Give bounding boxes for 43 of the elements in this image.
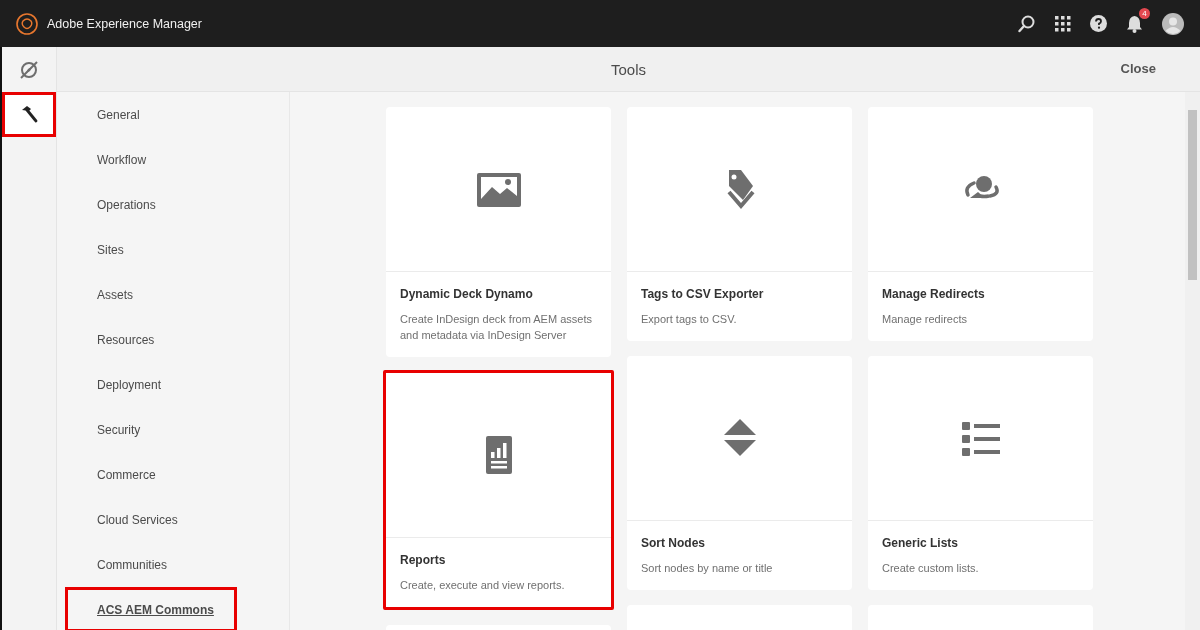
nav-item[interactable]: ACS AEM Commons [65, 587, 237, 630]
logo-icon [16, 12, 38, 35]
nav-item[interactable]: Cloud Services [65, 497, 237, 542]
card-title: Manage Redirects [882, 287, 986, 301]
nav-item[interactable]: Communities [65, 542, 237, 587]
card-description: Create custom lists. [882, 561, 980, 576]
close-button[interactable]: Close [1116, 59, 1160, 78]
bell-icon[interactable] [1126, 14, 1143, 33]
nav-item[interactable]: Deployment [65, 362, 237, 407]
app-title: Adobe Experience Manager [47, 16, 202, 31]
card-title: Generic Lists [882, 536, 960, 550]
scrollbar[interactable] [1185, 92, 1200, 630]
tool-card[interactable]: Tags to CSV Exporter Export tags to CSV. [627, 107, 852, 341]
card-title: Dynamic Deck Dynamo [400, 287, 534, 301]
card-description: Manage redirects [882, 312, 968, 327]
tool-card[interactable]: Reports Create, execute and view reports. [383, 370, 614, 610]
tool-card[interactable]: Sort Nodes Sort nodes by name or title [627, 356, 852, 590]
card-description: Create InDesign deck from AEM assets and metadata via InDesign Server [400, 312, 593, 343]
nav-item[interactable]: Commerce [65, 452, 237, 497]
nav-item[interactable]: Workflow [65, 137, 237, 182]
nav-item[interactable]: Sites [65, 227, 237, 272]
card-title: Tags to CSV Exporter [641, 287, 765, 301]
notification-badge: 4 [1139, 7, 1150, 19]
card-description: Create, execute and view reports. [400, 578, 566, 593]
nav-item[interactable]: General [65, 92, 237, 137]
scrollbar-thumb[interactable] [1188, 110, 1197, 280]
card-description: Export tags to CSV. [641, 312, 738, 327]
card-description: Sort nodes by name or title [641, 561, 774, 576]
search-icon[interactable] [1018, 14, 1036, 33]
nav-item[interactable]: Assets [65, 272, 237, 317]
avatar-icon[interactable] [1162, 12, 1184, 35]
nav-item[interactable]: Security [65, 407, 237, 452]
apps-grid-icon[interactable] [1055, 15, 1071, 32]
nav-item[interactable]: Resources [65, 317, 237, 362]
nav-item[interactable]: Operations [65, 182, 237, 227]
page-title: Tools [611, 60, 646, 78]
help-icon[interactable] [1090, 15, 1107, 32]
tool-card[interactable]: Generic Lists Create custom lists. [868, 356, 1093, 590]
rail-tab[interactable] [2, 92, 56, 137]
card-title: Reports [400, 553, 447, 567]
card-title: Sort Nodes [641, 536, 706, 550]
tool-card[interactable]: Manage Redirects Manage redirects [868, 107, 1093, 341]
tool-card[interactable]: Dynamic Deck Dynamo Create InDesign deck from AEM assets and metadata via InDesign Server [386, 107, 611, 357]
